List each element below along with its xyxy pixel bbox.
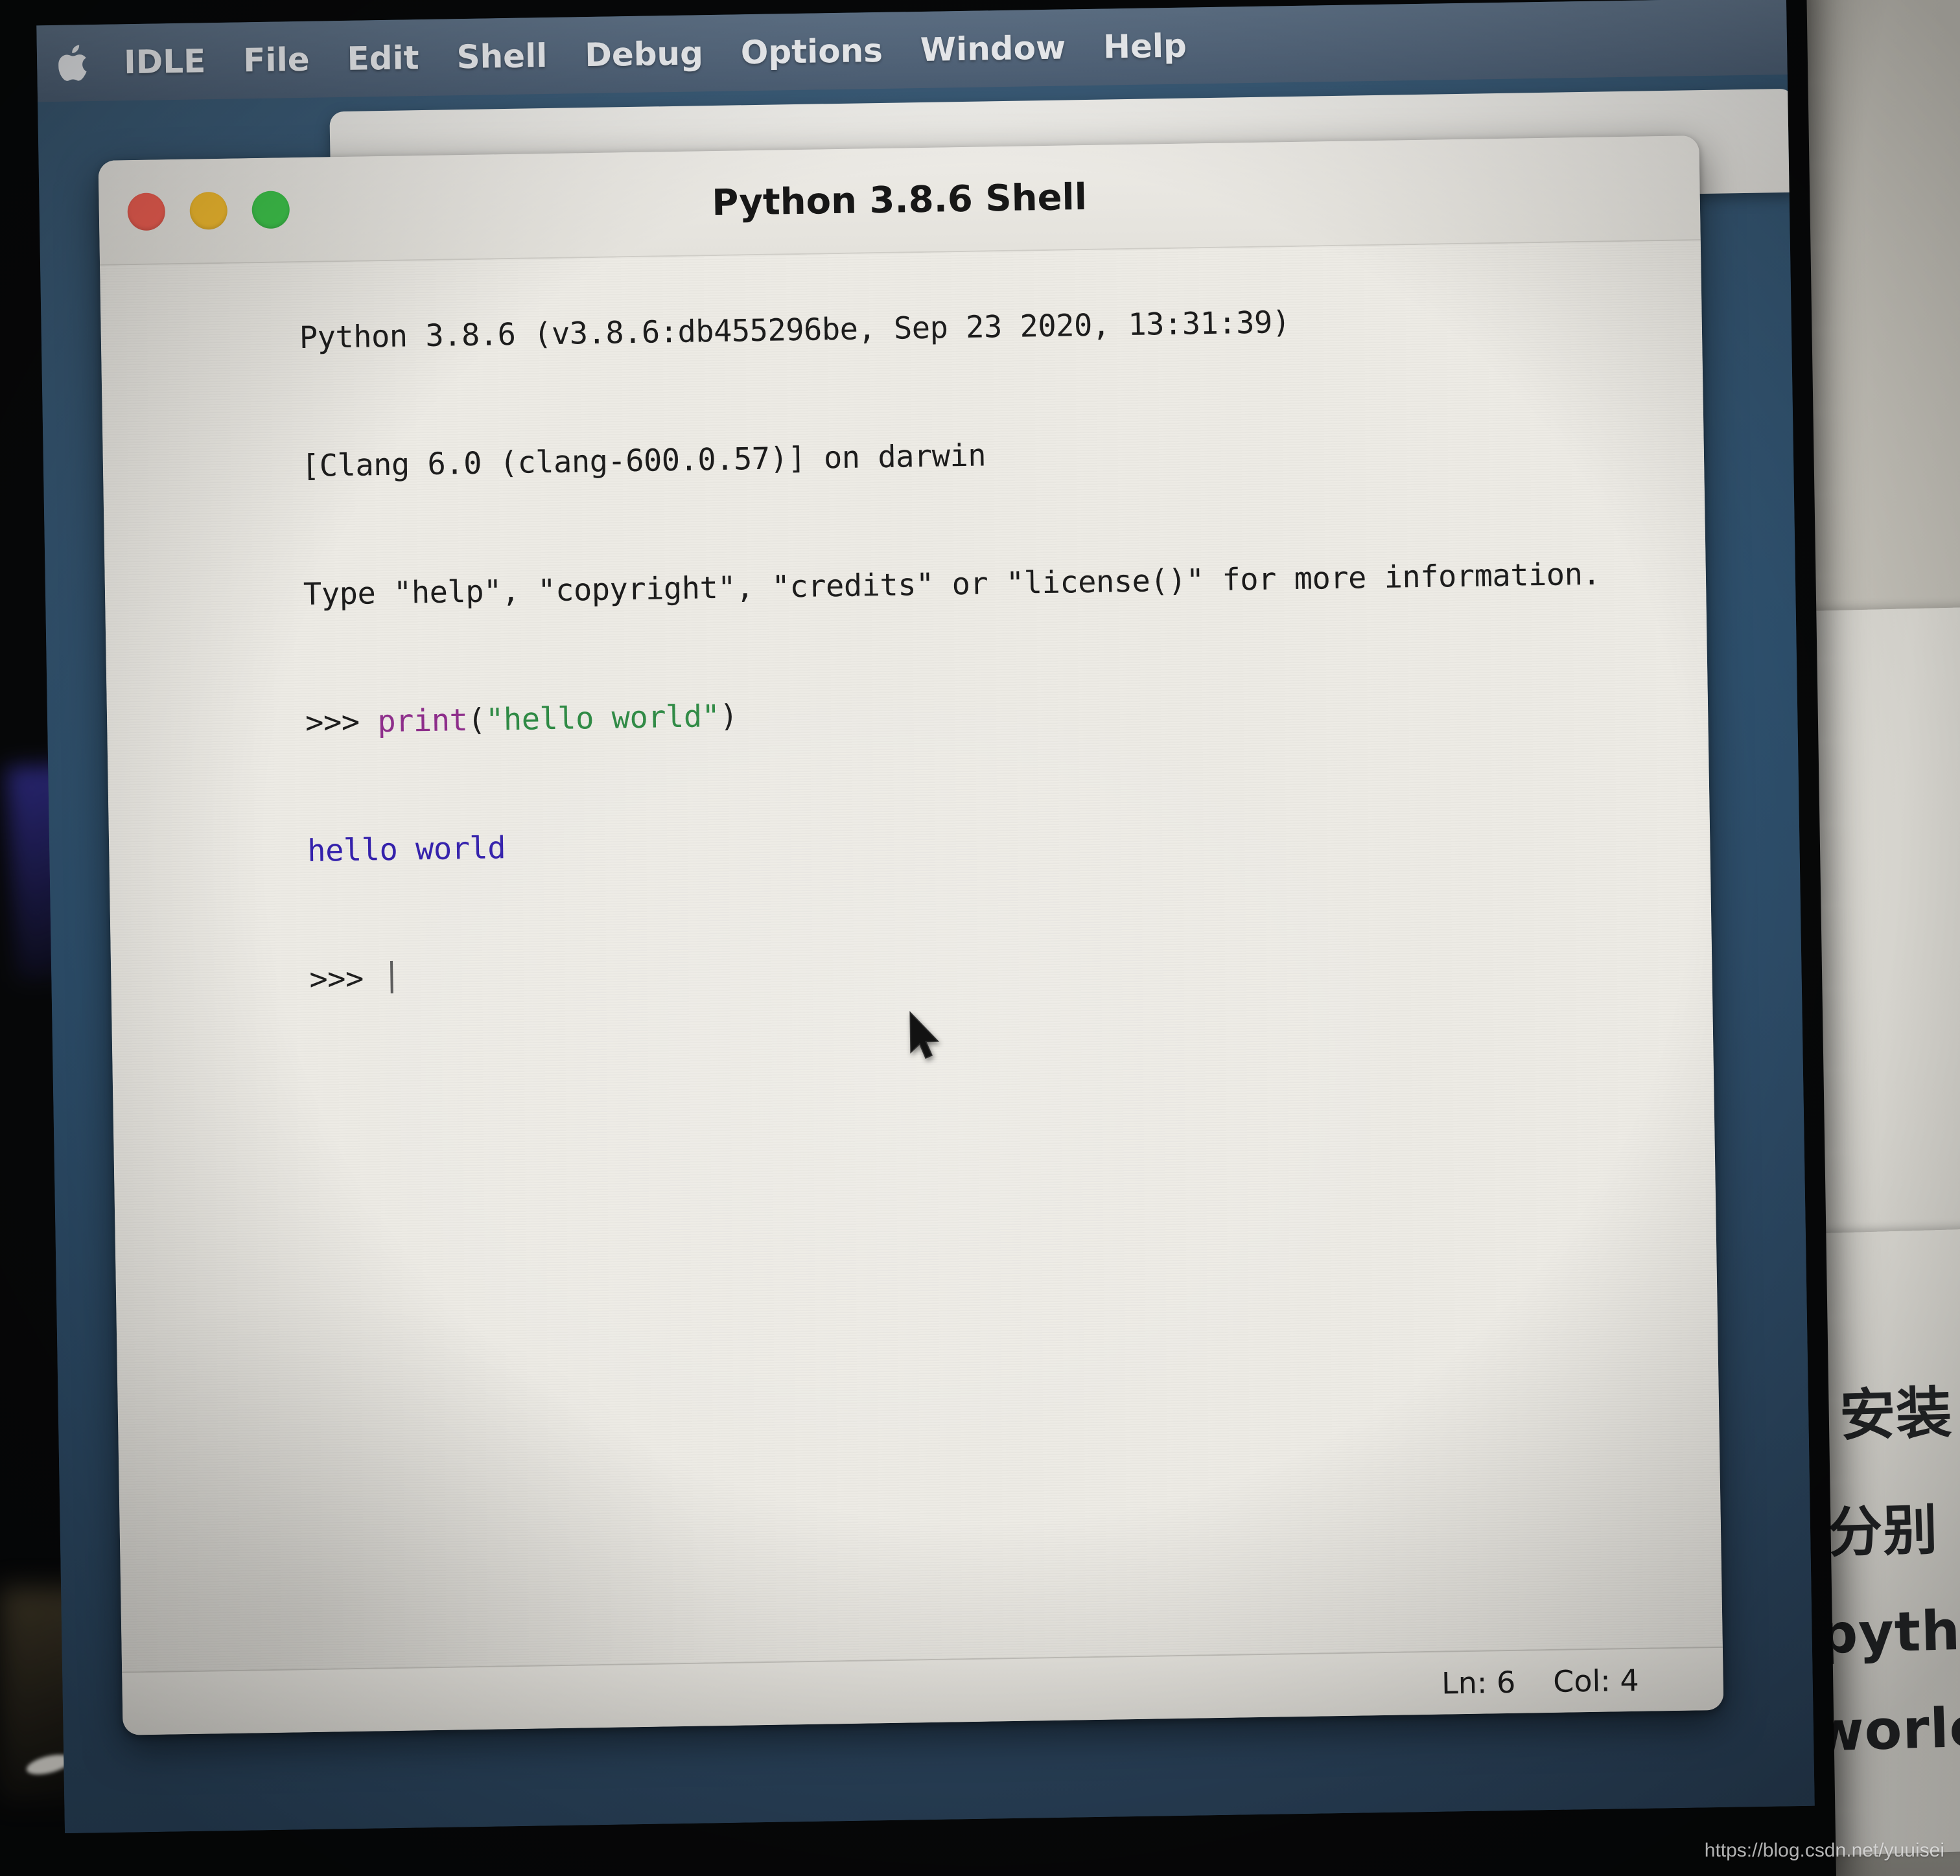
mouse-pointer-icon: [906, 1010, 946, 1066]
text-caret: [390, 960, 393, 993]
status-column-number: Col: 4: [1552, 1662, 1640, 1699]
menu-item-options[interactable]: Options: [740, 32, 883, 71]
status-line-number: Ln: 6: [1441, 1664, 1516, 1701]
string-literal: "hello world": [485, 698, 720, 738]
console-line-output-1: hello world: [126, 765, 1711, 918]
console-text: [Clang 6.0 (clang-600.0.57)] on darwin: [301, 437, 986, 485]
prompt-marker: >>>: [305, 704, 378, 741]
menu-item-debug[interactable]: Debug: [585, 34, 703, 74]
background-doc-text-0: 安装: [1838, 1380, 1954, 1449]
open-paren: (: [467, 702, 486, 739]
idle-shell-window[interactable]: Python 3.8.6 Shell Python 3.8.6 (v3.8.6:…: [98, 135, 1724, 1735]
prompt-marker: >>>: [309, 960, 382, 997]
console-text: Type "help", "copyright", "credits" or "…: [303, 556, 1601, 613]
menu-item-edit[interactable]: Edit: [347, 39, 419, 78]
watermark-url: https://blog.csdn.net/yuuisei: [1704, 1840, 1944, 1861]
console-text: Python 3.8.6 (v3.8.6:db455296be, Sep 23 …: [299, 305, 1290, 356]
menu-item-shell[interactable]: Shell: [456, 37, 548, 76]
apple-logo-icon[interactable]: [56, 43, 92, 83]
console-line-banner-3: Type "help", "copyright", "credits" or "…: [122, 509, 1707, 662]
computer-screen: IDLE File Edit Shell Debug Options Windo…: [36, 0, 1815, 1834]
background-doc-text-2: pyth: [1817, 1598, 1960, 1667]
menu-item-idle[interactable]: IDLE: [124, 42, 206, 81]
menu-item-file[interactable]: File: [243, 41, 310, 80]
console-line-banner-2: [Clang 6.0 (clang-600.0.57)] on darwin: [120, 380, 1705, 533]
photo-scene: 安装 分别 pyth worlc world IDLE File Edit Sh…: [0, 0, 1960, 1876]
close-paren: ): [719, 698, 738, 734]
keyword-print: print: [377, 702, 468, 740]
python-shell-output[interactable]: Python 3.8.6 (v3.8.6:db455296be, Sep 23 …: [100, 240, 1723, 1672]
background-doc-text-3: worlc: [1812, 1695, 1960, 1764]
window-title: Python 3.8.6 Shell: [711, 176, 1088, 224]
program-output: hello world: [307, 830, 506, 869]
background-doc-text-1: 分别: [1826, 1498, 1939, 1565]
console-line-input-1: >>> print("hello world"): [124, 637, 1709, 790]
console-line-banner-1: Python 3.8.6 (v3.8.6:db455296be, Sep 23 …: [118, 252, 1703, 405]
menu-item-window[interactable]: Window: [920, 29, 1066, 69]
menu-item-help[interactable]: Help: [1103, 27, 1187, 66]
